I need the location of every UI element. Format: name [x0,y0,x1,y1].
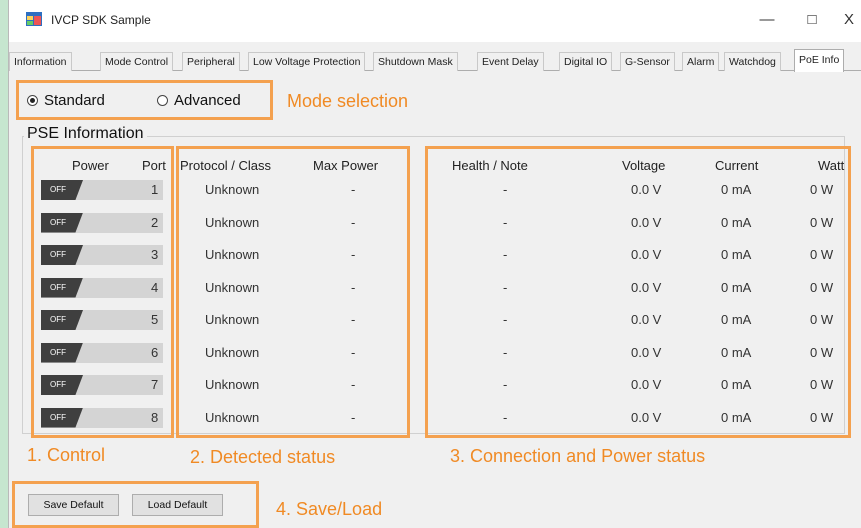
advanced-label: Advanced [174,92,241,109]
pse-group-title: PSE Information [24,125,147,143]
tab-poe-info[interactable]: PoE Info [794,49,845,72]
control-column-highlight [31,146,174,438]
tab-strip: Information Mode Control Peripheral Low … [9,49,861,72]
tab-peripheral[interactable]: Peripheral [182,52,240,71]
maximize-button[interactable]: □ [794,8,830,32]
tab-watchdog[interactable]: Watchdog [724,52,781,71]
close-button[interactable]: X [839,8,859,32]
minimize-button[interactable]: — [749,8,785,32]
advanced-radio[interactable]: Advanced [157,92,241,109]
title-bar: IVCP SDK Sample — □ X [9,0,861,42]
detected-status-annotation: 2. Detected status [190,447,336,467]
app-window-icon [26,12,42,26]
load-default-button[interactable]: Load Default [132,494,223,516]
save-default-button[interactable]: Save Default [28,494,119,516]
tab-digital-io[interactable]: Digital IO [559,52,613,71]
tab-event-delay[interactable]: Event Delay [477,52,544,71]
tab-g-sensor[interactable]: G-Sensor [620,52,675,71]
standard-label: Standard [44,92,105,109]
connection-status-highlight [425,146,851,438]
tab-information[interactable]: Information [9,52,72,71]
control-annotation: 1. Control [27,445,106,465]
standard-radio[interactable]: Standard [27,92,105,109]
tab-low-voltage-protection[interactable]: Low Voltage Protection [248,52,366,71]
tab-mode-control[interactable]: Mode Control [100,52,174,71]
tab-alarm[interactable]: Alarm [682,52,720,71]
save-load-annotation: 4. Save/Load [276,499,383,519]
window-title: IVCP SDK Sample [51,13,151,27]
tab-shutdown-mask[interactable]: Shutdown Mask [373,52,458,71]
connection-status-annotation: 3. Connection and Power status [450,446,706,466]
radio-selected-icon [27,95,38,106]
detected-status-highlight [176,146,410,438]
radio-unselected-icon [157,95,168,106]
mode-selection-annotation: Mode selection [287,91,409,111]
